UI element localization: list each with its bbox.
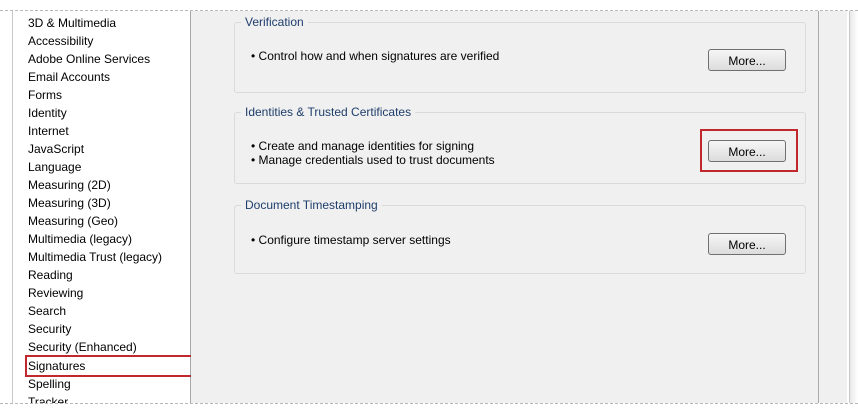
- sidebar-item-identity[interactable]: Identity: [28, 104, 198, 122]
- sidebar-item-multimedia-trust-legacy[interactable]: Multimedia Trust (legacy): [28, 248, 198, 266]
- sidebar-item-measuring-2d[interactable]: Measuring (2D): [28, 176, 198, 194]
- verification-bullet: • Control how and when signatures are ve…: [251, 49, 500, 63]
- timestamping-more-button[interactable]: More...: [708, 233, 786, 255]
- identities-title: Identities & Trusted Certificates: [241, 104, 416, 120]
- sidebar-item-accessibility[interactable]: Accessibility: [28, 32, 198, 50]
- timestamping-title: Document Timestamping: [241, 197, 382, 213]
- sidebar-item-signatures[interactable]: Signatures: [25, 355, 207, 377]
- torn-edge-bottom: [0, 403, 858, 415]
- sidebar-item-adobe-online-services[interactable]: Adobe Online Services: [28, 50, 198, 68]
- identities-bullet-2: • Manage credentials used to trust docum…: [251, 153, 495, 167]
- sidebar-item-security[interactable]: Security: [28, 320, 198, 338]
- timestamping-bullet: • Configure timestamp server settings: [251, 233, 451, 247]
- sidebar-item-spelling[interactable]: Spelling: [28, 375, 198, 393]
- sidebar-item-measuring-3d[interactable]: Measuring (3D): [28, 194, 198, 212]
- sidebar-item-search[interactable]: Search: [28, 302, 198, 320]
- sidebar-item-javascript[interactable]: JavaScript: [28, 140, 198, 158]
- categories-list[interactable]: 3D & Multimedia Accessibility Adobe Onli…: [13, 0, 207, 414]
- sidebar-item-email-accounts[interactable]: Email Accounts: [28, 68, 198, 86]
- sidebar-item-reading[interactable]: Reading: [28, 266, 198, 284]
- sidebar-item-language[interactable]: Language: [28, 158, 198, 176]
- sidebar-item-measuring-geo[interactable]: Measuring (Geo): [28, 212, 198, 230]
- verification-group: Verification • Control how and when sign…: [234, 14, 806, 93]
- sidebar-item-internet[interactable]: Internet: [28, 122, 198, 140]
- sidebar-item-security-enhanced[interactable]: Security (Enhanced): [28, 338, 198, 356]
- sidebar-item-multimedia-legacy[interactable]: Multimedia (legacy): [28, 230, 198, 248]
- highlight-frame: [700, 129, 798, 172]
- verification-title: Verification: [241, 14, 308, 30]
- sidebar-item-forms[interactable]: Forms: [28, 86, 198, 104]
- panel-divider: [818, 0, 819, 414]
- identities-bullet-1: • Create and manage identities for signi…: [251, 139, 475, 153]
- verification-more-button[interactable]: More...: [708, 49, 786, 71]
- timestamping-group: Document Timestamping • Configure timest…: [234, 197, 806, 274]
- torn-edge-top: [0, 0, 858, 11]
- sidebar-item-reviewing[interactable]: Reviewing: [28, 284, 198, 302]
- sidebar-item-3d-multimedia[interactable]: 3D & Multimedia: [28, 14, 198, 32]
